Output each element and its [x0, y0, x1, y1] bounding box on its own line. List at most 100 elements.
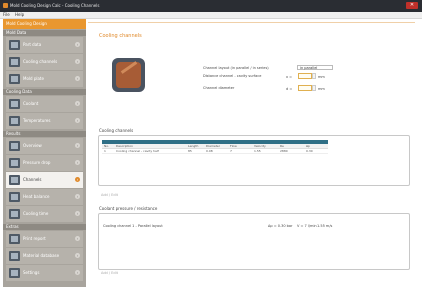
group-cooling-channels-label: Cooling channels — [99, 128, 134, 133]
clock-icon — [9, 209, 20, 219]
distance-unit: mm — [318, 75, 325, 79]
sidebar-item-channels[interactable]: Channels › — [6, 172, 83, 188]
sidebar-item-cooling-channels-nav[interactable]: Cooling channels › — [6, 54, 83, 70]
sidebar-item-heat-balance[interactable]: Heat balance › — [6, 189, 83, 205]
sidebar-item-settings[interactable]: Settings › — [6, 265, 83, 281]
cell-velocity: 1.55 — [254, 149, 261, 153]
heat-icon — [9, 192, 20, 202]
sidebar-item-label: Print report — [23, 236, 46, 241]
chevron-right-icon: › — [75, 118, 80, 123]
menu-help[interactable]: Help — [15, 12, 24, 18]
diameter-prefix: d = — [286, 87, 293, 91]
cooling-channel-icon — [112, 58, 145, 92]
gauge-icon — [9, 158, 20, 168]
header-divider — [88, 22, 415, 23]
pressure-row-value1: Δp = 0.30 bar — [268, 224, 293, 228]
sidebar-item-pressure-drop[interactable]: Pressure drop › — [6, 155, 83, 171]
gear-icon — [9, 268, 20, 278]
sidebar-item-label: Cooling channels — [23, 59, 58, 64]
database-icon — [9, 251, 20, 261]
sidebar-header: Mold Cooling Design — [3, 19, 86, 29]
cell-description: Cooling channel - cavity half — [116, 149, 159, 153]
chevron-right-icon: › — [75, 236, 80, 241]
sidebar-item-material-database[interactable]: Material database › — [6, 248, 83, 264]
group-pressure — [98, 213, 410, 270]
sidebar-section-mold-data: Mold Data — [3, 30, 86, 36]
sidebar-item-label: Overview — [23, 143, 42, 148]
thermometer-icon — [9, 116, 20, 126]
sidebar-item-label: Coolant — [23, 101, 39, 106]
sidebar-item-part-data[interactable]: Part data › — [6, 37, 83, 53]
distance-input[interactable] — [298, 73, 312, 79]
chevron-right-icon: › — [75, 42, 80, 47]
sidebar-section-cooling-data: Cooling Data — [3, 89, 86, 95]
col-flow: Flow — [230, 144, 237, 148]
app-icon — [3, 3, 8, 8]
menu-file[interactable]: File — [3, 12, 10, 18]
chevron-right-icon: › — [75, 101, 80, 106]
chevron-right-icon: › — [75, 160, 80, 165]
sidebar-item-cooling-time[interactable]: Cooling time › — [6, 206, 83, 222]
channel-layout-select[interactable]: in parallel — [297, 65, 333, 70]
sidebar-item-mold-plate[interactable]: Mold plate › — [6, 71, 83, 87]
table-row[interactable]: 1 Cooling channel - cavity half 85 0.08 … — [102, 149, 328, 154]
sidebar-item-temperatures[interactable]: Temperatures › — [6, 113, 83, 129]
cell-dp: 0.30 — [306, 149, 313, 153]
window-titlebar: Mold Cooling Design Calc - Cooling Chann… — [0, 0, 422, 12]
col-length: Length — [188, 144, 199, 148]
group1-footer[interactable]: Add / Edit — [101, 193, 118, 197]
page-title: Cooling channels — [99, 33, 142, 39]
col-description: Description — [116, 144, 134, 148]
chevron-right-icon: › — [75, 270, 80, 275]
group-pressure-label: Coolant pressure / resistance — [99, 206, 158, 211]
cell-flow: 7 — [230, 149, 232, 153]
col-re: Re — [280, 144, 284, 148]
col-no: No. — [104, 144, 109, 148]
cell-diameter: 0.08 — [206, 149, 213, 153]
sidebar-section-extras: Extras — [3, 224, 86, 230]
sidebar-item-label: Material database — [23, 253, 60, 258]
diameter-label: Channel diameter — [203, 86, 235, 90]
diameter-unit: mm — [318, 87, 325, 91]
distance-spinner[interactable] — [312, 73, 316, 79]
group2-footer[interactable]: Add / Edit — [101, 271, 118, 275]
channels-icon — [9, 175, 20, 185]
chevron-right-icon: › — [75, 211, 80, 216]
cell-re: 2880 — [280, 149, 288, 153]
printer-icon — [9, 234, 20, 244]
sidebar-item-label: Settings — [23, 270, 40, 275]
sidebar-item-label: Pressure drop — [23, 160, 51, 165]
pressure-row-text: Cooling channel 1 - Parallel layout — [103, 224, 163, 228]
chevron-right-icon: › — [75, 177, 80, 182]
sidebar-item-label: Cooling time — [23, 211, 49, 216]
distance-label: Distance channel - cavity surface — [203, 74, 262, 78]
overview-icon — [9, 141, 20, 151]
coolant-icon — [9, 99, 20, 109]
cell-no: 1 — [104, 149, 106, 153]
chevron-right-icon: › — [75, 253, 80, 258]
channel-layout-label: Channel layout (in parallel / in series) — [203, 66, 269, 70]
pressure-row-value3: 1.55 m/s — [317, 224, 333, 228]
sidebar-item-print-report[interactable]: Print report › — [6, 231, 83, 247]
diameter-input[interactable] — [298, 85, 312, 91]
chevron-right-icon: › — [75, 76, 80, 81]
sidebar: Mold Cooling Design Mold Data Part data … — [3, 19, 86, 287]
window-title: Mold Cooling Design Calc - Cooling Chann… — [10, 3, 100, 8]
sidebar-item-label: Heat balance — [23, 194, 50, 199]
chevron-right-icon: › — [75, 59, 80, 64]
sidebar-item-label: Mold plate — [23, 76, 44, 81]
col-velocity: Velocity — [254, 144, 266, 148]
channels-icon — [9, 57, 20, 67]
plate-icon — [9, 74, 20, 84]
pressure-row-value2: V = 7 l/min — [297, 224, 317, 228]
sidebar-item-coolant[interactable]: Coolant › — [6, 96, 83, 112]
close-icon[interactable]: ✕ — [406, 2, 418, 9]
sidebar-item-label: Temperatures — [23, 118, 51, 123]
diameter-spinner[interactable] — [312, 85, 316, 91]
sidebar-item-overview[interactable]: Overview › — [6, 138, 83, 154]
part-icon — [9, 40, 20, 50]
sidebar-item-label: Part data — [23, 42, 42, 47]
cell-length: 85 — [188, 149, 192, 153]
col-diameter: Diameter — [206, 144, 221, 148]
menu-bar: File Help — [0, 12, 422, 19]
